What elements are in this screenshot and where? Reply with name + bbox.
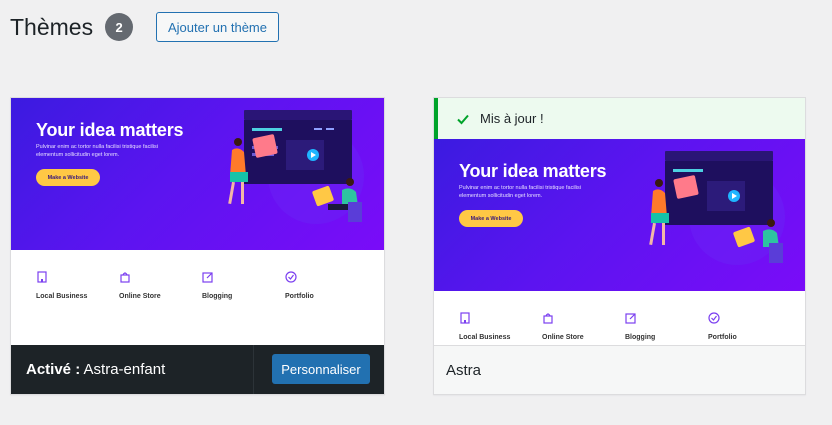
- screenshot-features: Local Business Online Store Blogging Por…: [434, 291, 805, 347]
- theme-name: Astra-enfant: [83, 361, 166, 378]
- feature-item: Online Store: [119, 270, 199, 300]
- theme-card-astra-enfant[interactable]: Your idea matters Pulvinar enim ac torto…: [10, 97, 385, 395]
- hero-illustration: [649, 151, 785, 265]
- page-header: Thèmes 2: [10, 12, 134, 42]
- check-icon: [457, 114, 469, 124]
- theme-screenshot[interactable]: Your idea matters Pulvinar enim ac torto…: [434, 139, 805, 347]
- edit-icon: [202, 272, 213, 283]
- hero-cta: Make a Website: [36, 169, 100, 186]
- hero-cta: Make a Website: [459, 210, 523, 227]
- active-theme-name: Activé : Astra-enfant: [26, 361, 165, 378]
- building-icon: [460, 312, 470, 324]
- screenshot-features: Local Business Online Store Blogging Por…: [11, 250, 384, 347]
- feature-item: Local Business: [459, 311, 539, 347]
- feature-item: Portfolio: [285, 270, 365, 300]
- add-theme-button[interactable]: Ajouter un thème: [156, 12, 279, 42]
- hero-title: Your idea matters: [459, 161, 607, 181]
- feature-label: Portfolio: [285, 293, 314, 300]
- feature-label: Online Store: [119, 293, 161, 300]
- page-title: Thèmes: [10, 14, 94, 40]
- badge-check-icon: [285, 271, 297, 283]
- hero-subtitle: Pulvinar enim ac tortor nulla facilisi t…: [459, 185, 581, 199]
- edit-icon: [625, 313, 636, 324]
- theme-count-badge: 2: [105, 13, 134, 41]
- feature-item: Blogging: [202, 270, 282, 300]
- theme-footer-active: Activé : Astra-enfant Personnaliser: [11, 345, 384, 394]
- theme-name: Astra: [446, 361, 482, 379]
- feature-label: Blogging: [625, 334, 656, 341]
- feature-item: Online Store: [542, 311, 622, 347]
- feature-label: Local Business: [36, 293, 88, 300]
- active-prefix: Activé :: [26, 361, 81, 378]
- feature-item: Portfolio: [708, 311, 788, 347]
- hero-illustration: [228, 110, 364, 224]
- shopping-bag-icon: [543, 313, 553, 324]
- feature-label: Blogging: [202, 293, 233, 300]
- screenshot-hero: Your idea matters Pulvinar enim ac torto…: [11, 98, 384, 250]
- badge-check-icon: [708, 312, 720, 324]
- building-icon: [37, 271, 47, 283]
- feature-label: Local Business: [459, 334, 511, 341]
- theme-card-astra[interactable]: Mis à jour ! Your idea matters Pulvinar …: [433, 97, 806, 395]
- feature-item: Blogging: [625, 311, 705, 347]
- feature-item: Local Business: [36, 270, 116, 300]
- shopping-bag-icon: [120, 272, 130, 283]
- hero-title: Your idea matters: [36, 120, 184, 140]
- feature-label: Online Store: [542, 334, 584, 341]
- theme-footer: Astra: [434, 345, 805, 394]
- screenshot-hero: Your idea matters Pulvinar enim ac torto…: [434, 139, 805, 291]
- footer-divider: [253, 345, 254, 394]
- hero-subtitle: Pulvinar enim ac tortor nulla facilisi t…: [36, 144, 158, 158]
- customize-button[interactable]: Personnaliser: [272, 354, 370, 384]
- notice-text: Mis à jour !: [480, 111, 544, 126]
- feature-label: Portfolio: [708, 334, 737, 341]
- update-notice: Mis à jour !: [434, 98, 805, 139]
- theme-screenshot[interactable]: Your idea matters Pulvinar enim ac torto…: [11, 98, 384, 347]
